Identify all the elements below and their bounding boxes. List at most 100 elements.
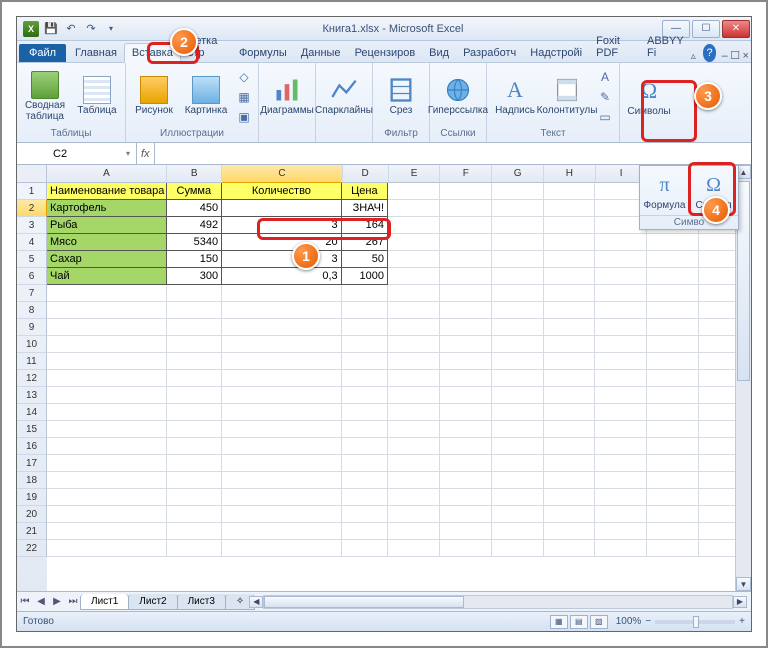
row-header[interactable]: 14 [17, 404, 47, 421]
cell[interactable]: 150 [167, 251, 223, 268]
zoom-in-button[interactable]: + [739, 616, 745, 627]
scroll-thumb[interactable] [264, 596, 464, 608]
row-header[interactable]: 17 [17, 455, 47, 472]
row-header[interactable]: 2 [17, 200, 47, 217]
scroll-left-icon[interactable]: ◀ [249, 596, 263, 608]
tab-foxit[interactable]: Foxit PDF [589, 32, 640, 62]
cell[interactable]: 267 [342, 234, 388, 251]
scroll-right-icon[interactable]: ▶ [733, 596, 747, 608]
col-header[interactable]: H [544, 165, 596, 183]
cell[interactable]: 450 [167, 200, 223, 217]
row-header[interactable]: 15 [17, 421, 47, 438]
clipart-button[interactable]: Картинка [182, 66, 230, 128]
col-header[interactable]: G [492, 165, 544, 183]
cell[interactable]: Мясо [47, 234, 167, 251]
sheet-tab[interactable]: Лист1 [80, 594, 129, 610]
row-header[interactable]: 1 [17, 183, 47, 200]
row-header[interactable]: 16 [17, 438, 47, 455]
cell[interactable]: Сахар [47, 251, 167, 268]
view-pagelayout-icon[interactable]: ▤ [570, 615, 588, 629]
name-box[interactable]: C2 [47, 143, 137, 164]
zoom-slider[interactable] [655, 620, 735, 624]
cell[interactable]: 20 [222, 234, 342, 251]
sigline-icon[interactable]: ✎ [595, 88, 615, 106]
mdi-close-icon[interactable]: × [740, 50, 751, 62]
pivottable-button[interactable]: Сводная таблица [21, 66, 69, 128]
tab-file[interactable]: Файл [19, 44, 66, 62]
row-header[interactable]: 11 [17, 353, 47, 370]
symbols-button[interactable]: Ω Символы [625, 66, 673, 128]
select-all-corner[interactable] [17, 165, 47, 183]
cell[interactable]: ЗНАЧ! [342, 200, 388, 217]
cell[interactable]: 492 [167, 217, 223, 234]
sheet-nav-prev-icon[interactable]: ◀ [33, 594, 49, 610]
cell[interactable]: 3 [222, 217, 342, 234]
row-header[interactable]: 19 [17, 489, 47, 506]
tab-data[interactable]: Данные [294, 44, 348, 62]
tab-addins[interactable]: Надстройі [523, 44, 589, 62]
tab-home[interactable]: Главная [68, 44, 124, 62]
tab-formulas[interactable]: Формулы [232, 44, 294, 62]
picture-button[interactable]: Рисунок [130, 66, 178, 128]
screenshot-icon[interactable]: ▣ [234, 108, 254, 126]
redo-icon[interactable]: ↷ [83, 21, 99, 37]
tab-abbyy[interactable]: ABBYY Fi [640, 32, 691, 62]
cell[interactable]: 300 [167, 268, 223, 285]
textbox-button[interactable]: A Надпись [491, 66, 539, 128]
tab-view[interactable]: Вид [422, 44, 456, 62]
ribbon-minimize-icon[interactable]: ▵ [691, 51, 696, 62]
col-header[interactable]: E [389, 165, 441, 183]
cell[interactable]: 164 [342, 217, 388, 234]
formula-input[interactable] [155, 143, 751, 164]
close-button[interactable]: ✕ [722, 20, 750, 38]
col-header[interactable]: F [440, 165, 492, 183]
qat-dropdown-icon[interactable]: ▾ [103, 21, 119, 37]
scroll-down-icon[interactable]: ▼ [736, 577, 751, 591]
row-header[interactable]: 12 [17, 370, 47, 387]
table-header[interactable]: Наименование товара [47, 183, 167, 200]
sheet-nav-next-icon[interactable]: ▶ [49, 594, 65, 610]
row-header[interactable]: 10 [17, 336, 47, 353]
row-header[interactable]: 22 [17, 540, 47, 557]
sheet-nav-last-icon[interactable]: ⏭ [65, 594, 81, 610]
hyperlink-button[interactable]: Гиперссылка [434, 66, 482, 128]
col-header[interactable]: B [167, 165, 222, 183]
slicer-button[interactable]: Срез [377, 66, 425, 128]
view-pagebreak-icon[interactable]: ▧ [590, 615, 608, 629]
row-header[interactable]: 6 [17, 268, 47, 285]
shapes-icon[interactable]: ◇ [234, 68, 254, 86]
headerfooter-button[interactable]: Колонтитулы [543, 66, 591, 128]
cell[interactable]: Картофель [47, 200, 167, 217]
cell[interactable]: 3 [222, 251, 342, 268]
cell[interactable]: Чай [47, 268, 167, 285]
row-header[interactable]: 3 [17, 217, 47, 234]
view-normal-icon[interactable]: ▦ [550, 615, 568, 629]
row-header[interactable]: 21 [17, 523, 47, 540]
row-header[interactable]: 7 [17, 285, 47, 302]
table-header[interactable]: Количество [222, 183, 342, 200]
mdi-minimize-icon[interactable]: – [719, 50, 730, 62]
smartart-icon[interactable]: ▦ [234, 88, 254, 106]
zoom-out-button[interactable]: − [645, 616, 651, 627]
table-header[interactable]: Сумма [167, 183, 223, 200]
cell[interactable]: 0,3 [222, 268, 342, 285]
fx-icon[interactable]: fx [141, 148, 150, 160]
row-header[interactable]: 9 [17, 319, 47, 336]
cell[interactable]: 50 [342, 251, 388, 268]
row-header[interactable]: 13 [17, 387, 47, 404]
row-header[interactable]: 5 [17, 251, 47, 268]
sheet-tab[interactable]: Лист2 [128, 594, 177, 610]
equation-button[interactable]: π Формула [640, 166, 689, 215]
col-header[interactable]: C [222, 165, 342, 183]
sparklines-button[interactable]: Спарклайны [320, 66, 368, 128]
help-icon[interactable]: ? [703, 44, 717, 62]
col-header[interactable]: D [343, 165, 389, 183]
sheet-nav-first-icon[interactable]: ⏮ [17, 594, 33, 610]
mdi-restore-icon[interactable]: ☐ [730, 49, 741, 62]
row-header[interactable]: 4 [17, 234, 47, 251]
charts-button[interactable]: Диаграммы [263, 66, 311, 128]
sheet-tab[interactable]: Лист3 [177, 594, 226, 610]
wordart-icon[interactable]: A [595, 68, 615, 86]
row-header[interactable]: 18 [17, 472, 47, 489]
save-icon[interactable]: 💾 [43, 21, 59, 37]
